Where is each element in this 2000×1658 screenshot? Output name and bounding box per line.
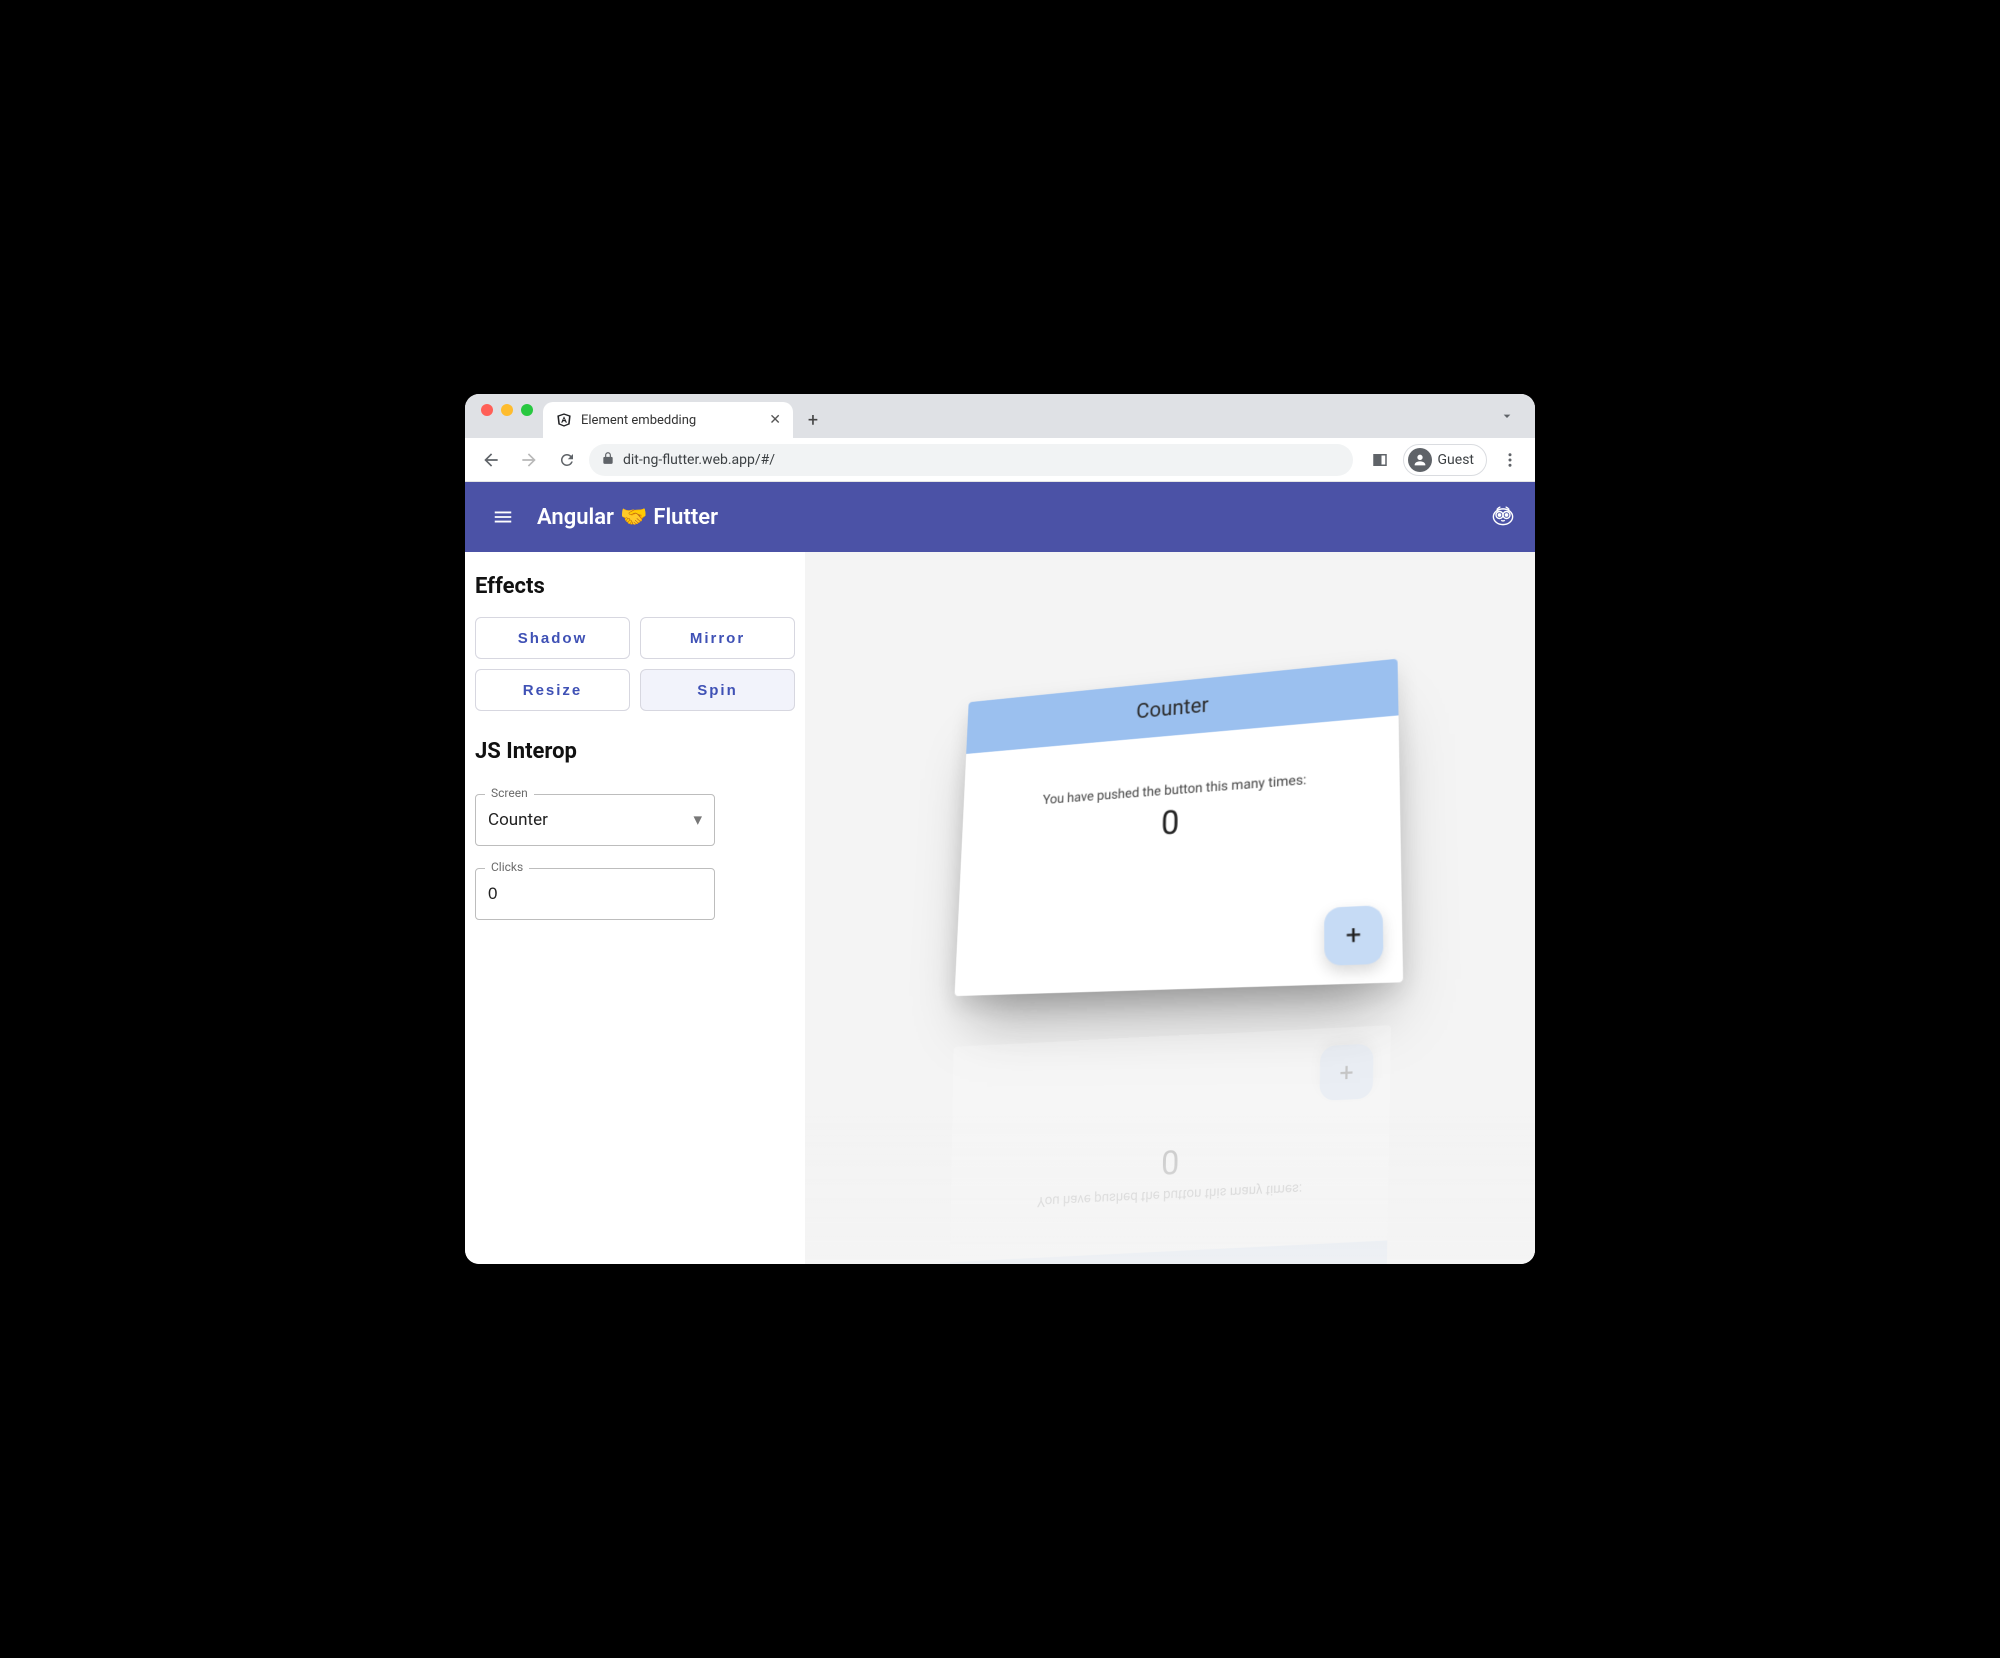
- side-panel-icon[interactable]: [1365, 445, 1395, 475]
- window-close-button[interactable]: [481, 404, 493, 416]
- dropdown-caret-icon: ▾: [693, 810, 702, 830]
- card-body: You have pushed the button this many tim…: [955, 715, 1404, 996]
- screen-value: Counter: [488, 810, 548, 830]
- avatar-icon: [1408, 448, 1432, 472]
- window-maximize-button[interactable]: [521, 404, 533, 416]
- reload-button[interactable]: [551, 444, 583, 476]
- effects-buttons: Shadow Mirror Resize Spin: [475, 617, 795, 711]
- tab-close-button[interactable]: ✕: [769, 412, 781, 428]
- dash-mascot-icon[interactable]: [1489, 501, 1517, 533]
- app-title-right: Flutter: [653, 505, 718, 530]
- preview-canvas: Counter You have pushed the button this …: [805, 552, 1535, 1264]
- tabs-dropdown-button[interactable]: [1499, 408, 1527, 438]
- plus-icon: +: [1346, 920, 1362, 952]
- profile-button[interactable]: Guest: [1403, 444, 1487, 476]
- browser-addressbar: dit-ng-flutter.web.app/#/ Guest: [465, 438, 1535, 482]
- handshake-icon: 🤝: [620, 505, 647, 530]
- clicks-field: Clicks: [475, 868, 795, 920]
- url-text: dit-ng-flutter.web.app/#/: [623, 452, 775, 468]
- app-title-left: Angular: [537, 505, 614, 530]
- lock-icon: [601, 451, 615, 469]
- resize-button[interactable]: Resize: [475, 669, 630, 711]
- url-field[interactable]: dit-ng-flutter.web.app/#/: [589, 444, 1353, 476]
- app-title: Angular 🤝 Flutter: [537, 505, 718, 530]
- browser-tab[interactable]: Element embedding ✕: [543, 402, 793, 438]
- app-body: Effects Shadow Mirror Resize Spin JS Int…: [465, 552, 1535, 1264]
- effects-heading: Effects: [475, 574, 795, 599]
- tab-title: Element embedding: [581, 413, 761, 428]
- addressbar-right: Guest: [1359, 444, 1525, 476]
- window-minimize-button[interactable]: [501, 404, 513, 416]
- screen-select[interactable]: Counter ▾: [475, 794, 715, 846]
- window-controls: [473, 404, 543, 428]
- clicks-label: Clicks: [485, 860, 529, 874]
- angular-icon: [555, 411, 573, 429]
- forward-button[interactable]: [513, 444, 545, 476]
- clicks-input[interactable]: [475, 868, 715, 920]
- profile-label: Guest: [1438, 452, 1474, 468]
- interop-heading: JS Interop: [475, 739, 795, 764]
- screen-label: Screen: [485, 786, 534, 800]
- browser-menu-button[interactable]: [1495, 445, 1525, 475]
- browser-window: Element embedding ✕ + dit-ng-flutter.web…: [465, 394, 1535, 1264]
- increment-fab[interactable]: +: [1324, 905, 1383, 966]
- screen-field: Screen Counter ▾: [475, 794, 795, 846]
- counter-card: Counter You have pushed the button this …: [955, 659, 1404, 996]
- app-header: Angular 🤝 Flutter: [465, 482, 1535, 552]
- spin-button[interactable]: Spin: [640, 669, 795, 711]
- shadow-button[interactable]: Shadow: [475, 617, 630, 659]
- card-scene: Counter You have pushed the button this …: [1170, 832, 1535, 1150]
- browser-tabbar: Element embedding ✕ +: [465, 394, 1535, 438]
- app-root: Angular 🤝 Flutter Effects Shadow Mirror …: [465, 482, 1535, 1264]
- mirror-card-title: Counter: [949, 1240, 1387, 1264]
- back-button[interactable]: [475, 444, 507, 476]
- mirror-button[interactable]: Mirror: [640, 617, 795, 659]
- sidebar: Effects Shadow Mirror Resize Spin JS Int…: [465, 552, 805, 1264]
- new-tab-button[interactable]: +: [799, 406, 827, 434]
- menu-button[interactable]: [483, 497, 523, 537]
